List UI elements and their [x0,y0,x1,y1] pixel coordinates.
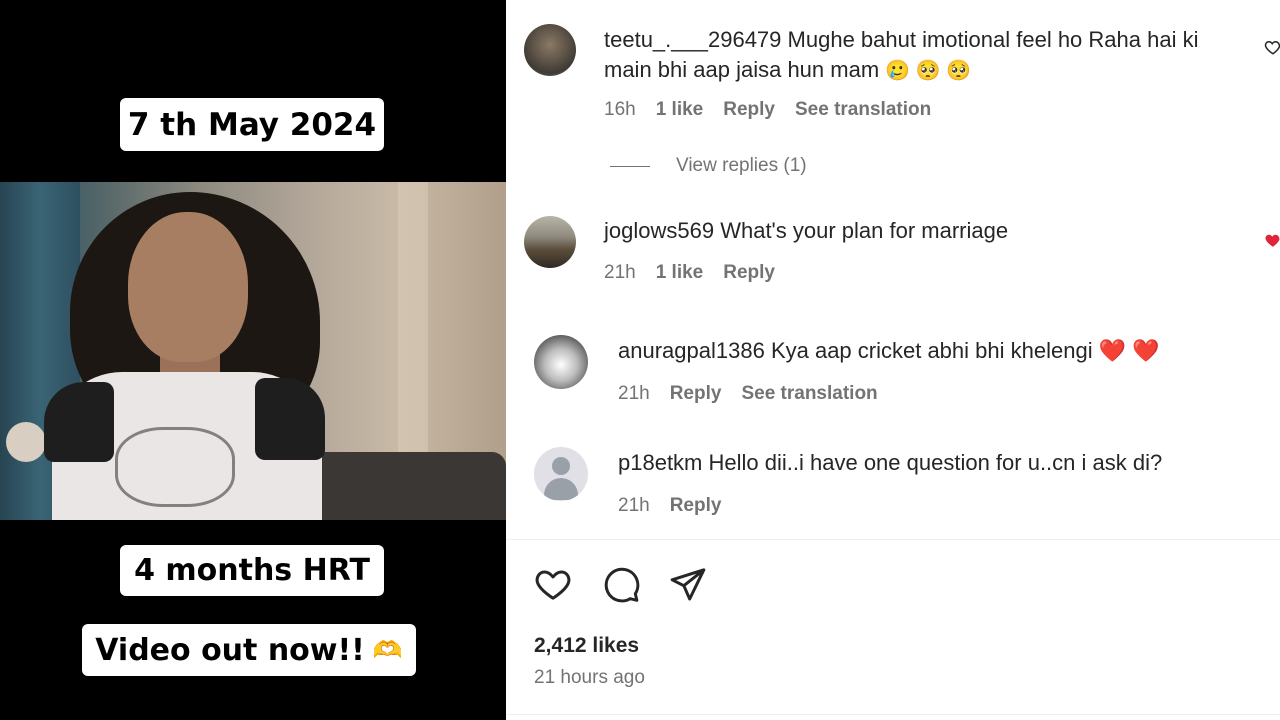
default-avatar-body [544,478,578,500]
reply-button[interactable]: Reply [670,383,722,405]
date-caption: 7 th May 2024 [120,98,384,151]
divider [506,714,1280,715]
comment-time: 21h [618,495,650,516]
replies-line [610,165,650,167]
see-translation-button[interactable]: See translation [795,99,931,121]
shirt-sleeve-left [44,382,114,462]
share-paper-plane-icon[interactable] [668,564,708,604]
comment-username[interactable]: anuragpal1386 [618,338,765,363]
avatar[interactable] [534,335,588,389]
comment-text: teetu_.___296479 Mughe bahut imotional f… [604,25,1198,55]
comment-meta: 16h 1 like Reply See translation [604,99,931,121]
reply-button[interactable]: Reply [670,495,722,517]
comment-time: 16h [604,99,636,120]
heart-filled-icon[interactable] [1264,231,1280,249]
emoji-icons: 🥲 🥺 🥺 [885,60,972,82]
comment-item: anuragpal1386 Kya aap cricket abhi bhi k… [506,320,1280,420]
comment-text: joglows569 What's your plan for marriage [604,216,1008,246]
comment-username[interactable]: teetu_.___296479 [604,27,781,52]
date-caption-text: 7 th May 2024 [127,106,377,143]
comment-body: Mughe bahut imotional feel ho Raha hai k… [787,27,1199,52]
reply-button[interactable]: Reply [723,99,775,121]
sofa-shape [300,452,506,520]
person-face [128,212,248,362]
comment-body: Kya aap cricket abhi bhi khelengi [770,338,1093,363]
default-avatar-head [552,457,570,475]
comment-text: p18etkm Hello dii..i have one question f… [618,448,1162,478]
avatar[interactable] [524,24,576,76]
comment-likes[interactable]: 1 like [656,262,704,284]
comment-time: 21h [604,262,636,283]
post-timestamp[interactable]: 21 hours ago [534,667,645,689]
comment-meta: 21h Reply [618,495,721,517]
lamp-shape [6,422,46,462]
comment-text-line2: main bhi aap jaisa hun mam 🥲 🥺 🥺 [604,55,971,86]
comment-username[interactable]: p18etkm [618,450,702,475]
post-likes-count[interactable]: 2,412 likes [534,634,639,658]
like-icon[interactable] [533,564,573,604]
comment-meta: 21h Reply See translation [618,383,878,405]
post-media[interactable]: 7 th May 2024 4 months HRT Video out now… [0,0,506,720]
comment-item: teetu_.___296479 Mughe bahut imotional f… [506,0,1280,190]
shirt-print [115,427,235,507]
divider [506,539,1280,540]
heart-outline-icon[interactable] [1264,38,1280,56]
video-out-caption-text: Video out now!! [95,632,365,668]
comment-body: Hello dii..i have one question for u..cn… [708,450,1163,475]
shirt-sleeve-right [255,378,325,460]
view-replies-label[interactable]: View replies (1) [676,155,807,177]
comment-item: p18etkm Hello dii..i have one question f… [506,432,1280,532]
video-out-caption: Video out now!! 🫶 [82,624,416,676]
comment-meta: 21h 1 like Reply [604,262,775,284]
comment-time: 21h [618,383,650,404]
see-translation-button[interactable]: See translation [741,383,877,405]
comment-text: anuragpal1386 Kya aap cricket abhi bhi k… [618,336,1160,366]
red-heart-icons: ❤️ ❤️ [1098,338,1160,363]
avatar[interactable] [534,447,588,501]
reply-button[interactable]: Reply [723,262,775,284]
comment-username[interactable]: joglows569 [604,218,714,243]
comment-body: main bhi aap jaisa hun mam [604,57,880,82]
view-replies-button[interactable]: View replies (1) [610,155,807,177]
video-frame[interactable] [0,182,506,520]
heart-hands-icon: 🫶 [372,636,403,664]
comment-body: What's your plan for marriage [720,218,1009,243]
hrt-caption: 4 months HRT [120,545,384,596]
hrt-caption-text: 4 months HRT [134,553,370,588]
comment-icon[interactable] [601,564,641,604]
avatar[interactable] [524,216,576,268]
comment-likes[interactable]: 1 like [656,99,704,121]
comments-panel: teetu_.___296479 Mughe bahut imotional f… [506,0,1280,720]
comment-item: joglows569 What's your plan for marriage… [506,200,1280,300]
